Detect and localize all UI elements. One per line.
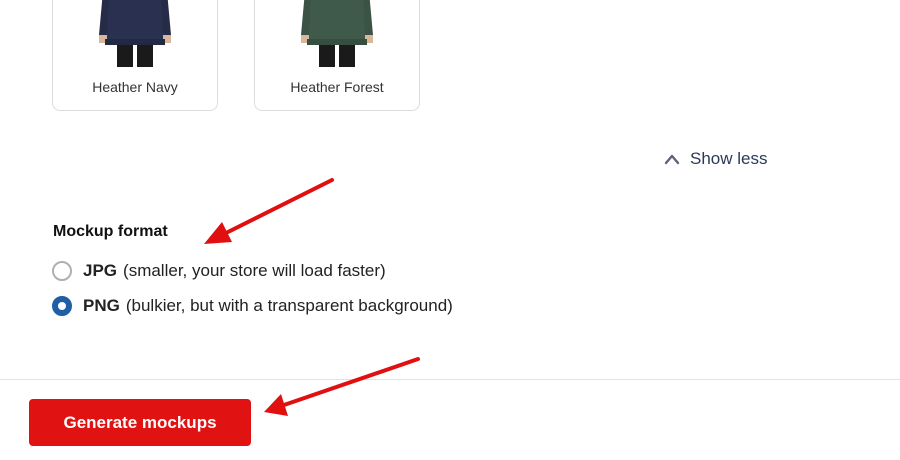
- format-name: PNG: [83, 296, 120, 315]
- swatch-label: Heather Forest: [290, 79, 384, 95]
- format-option-jpg[interactable]: JPG (smaller, your store will load faste…: [52, 261, 386, 281]
- mockup-generator-page: Heather Navy Heather Forest Show less Mo…: [0, 0, 900, 460]
- hoodie-image: [301, 0, 373, 67]
- generate-mockups-button[interactable]: Generate mockups: [29, 399, 251, 446]
- radio-png[interactable]: [52, 296, 72, 316]
- format-description: (bulkier, but with a transparent backgro…: [125, 296, 453, 315]
- show-less-link[interactable]: Show less: [664, 149, 767, 169]
- format-description: (smaller, your store will load faster): [123, 261, 386, 280]
- show-less-label: Show less: [690, 149, 768, 168]
- footer-divider: [0, 379, 900, 380]
- format-option-png[interactable]: PNG (bulkier, but with a transparent bac…: [52, 296, 453, 316]
- swatch-heather-forest[interactable]: Heather Forest: [254, 0, 420, 111]
- hoodie-image: [99, 0, 171, 67]
- arrow-to-mockup-format-icon: [204, 178, 334, 244]
- swatch-label: Heather Navy: [92, 79, 178, 95]
- radio-jpg[interactable]: [52, 261, 72, 281]
- format-name: JPG: [83, 261, 118, 280]
- arrow-to-generate-button-icon: [264, 357, 420, 416]
- chevron-up-icon: [664, 154, 680, 165]
- mockup-format-title: Mockup format: [53, 223, 168, 240]
- swatch-heather-navy[interactable]: Heather Navy: [52, 0, 218, 111]
